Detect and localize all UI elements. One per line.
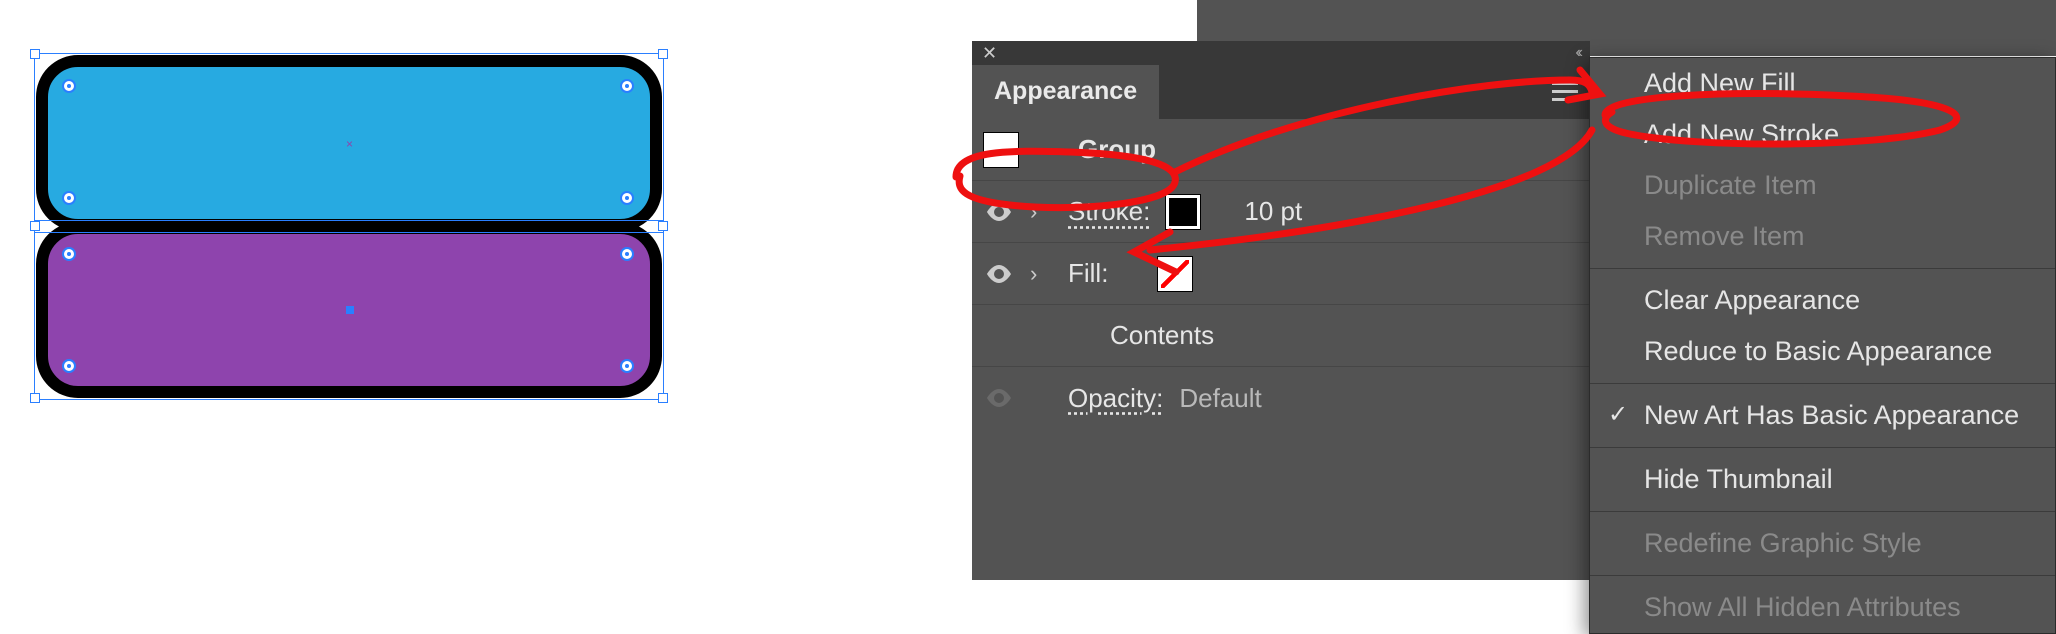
- corner-widget[interactable]: [62, 79, 76, 93]
- menu-redefine-style: Redefine Graphic Style: [1590, 518, 2055, 569]
- appearance-panel: ✕ ‹‹ Appearance Group › Stroke: 10 pt: [972, 41, 1590, 580]
- expand-icon[interactable]: ›: [1030, 261, 1052, 287]
- corner-widget[interactable]: [62, 359, 76, 373]
- checkmark-icon: ✓: [1608, 400, 1628, 429]
- contents-label: Contents: [1110, 320, 1214, 351]
- menu-separator: [1590, 511, 2055, 512]
- panel-titlebar: ✕ ‹‹: [972, 41, 1590, 65]
- stroke-label[interactable]: Stroke:: [1068, 196, 1150, 227]
- corner-widget[interactable]: [62, 191, 76, 205]
- menu-separator: [1590, 268, 2055, 269]
- menu-new-art-basic[interactable]: ✓ New Art Has Basic Appearance: [1590, 390, 2055, 441]
- stroke-swatch[interactable]: [1166, 195, 1200, 229]
- collapse-icon[interactable]: ‹‹: [1575, 44, 1580, 62]
- menu-hide-thumbnail[interactable]: Hide Thumbnail: [1590, 454, 2055, 505]
- selection-handle[interactable]: [658, 221, 668, 231]
- menu-duplicate-item: Duplicate Item: [1590, 160, 2055, 211]
- expand-icon[interactable]: ›: [1030, 199, 1052, 225]
- fill-swatch[interactable]: [1158, 257, 1192, 291]
- menu-separator: [1590, 383, 2055, 384]
- corner-widget[interactable]: [620, 79, 634, 93]
- menu-reduce-basic[interactable]: Reduce to Basic Appearance: [1590, 326, 2055, 377]
- corner-widget[interactable]: [62, 247, 76, 261]
- tab-appearance[interactable]: Appearance: [972, 65, 1159, 119]
- opacity-label[interactable]: Opacity:: [1068, 383, 1163, 414]
- center-marker-bottom: [346, 306, 354, 314]
- menu-clear-appearance[interactable]: Clear Appearance: [1590, 275, 2055, 326]
- visibility-icon[interactable]: [984, 265, 1014, 283]
- center-marker-top: ×: [346, 139, 356, 149]
- visibility-icon[interactable]: [984, 389, 1014, 407]
- fill-label: Fill:: [1068, 258, 1108, 289]
- selection-handle[interactable]: [30, 221, 40, 231]
- menu-separator: [1590, 575, 2055, 576]
- appearance-fill-row[interactable]: › Fill:: [972, 243, 1590, 305]
- menu-show-hidden-attrs: Show All Hidden Attributes: [1590, 582, 2055, 633]
- corner-widget[interactable]: [620, 191, 634, 205]
- menu-add-new-stroke[interactable]: Add New Stroke: [1590, 109, 2055, 160]
- stroke-weight-value[interactable]: 10 pt: [1244, 196, 1302, 227]
- visibility-icon[interactable]: [984, 203, 1014, 221]
- menu-item-label: New Art Has Basic Appearance: [1644, 400, 2019, 430]
- opacity-value: Default: [1179, 383, 1261, 414]
- selection-handle[interactable]: [30, 393, 40, 403]
- canvas-area[interactable]: ×: [0, 0, 970, 580]
- selection-handle[interactable]: [658, 49, 668, 59]
- group-thumbnail[interactable]: [984, 133, 1018, 167]
- corner-widget[interactable]: [620, 359, 634, 373]
- panel-menu-icon[interactable]: [1540, 65, 1590, 119]
- menu-add-new-fill[interactable]: Add New Fill: [1590, 58, 2055, 109]
- appearance-stroke-row[interactable]: › Stroke: 10 pt: [972, 181, 1590, 243]
- appearance-flyout-menu: Add New Fill Add New Stroke Duplicate It…: [1589, 57, 2056, 634]
- selected-group[interactable]: ×: [36, 55, 662, 398]
- group-label: Group: [1078, 134, 1156, 165]
- menu-separator: [1590, 447, 2055, 448]
- menu-remove-item: Remove Item: [1590, 211, 2055, 262]
- selection-handle[interactable]: [30, 49, 40, 59]
- appearance-opacity-row[interactable]: › Opacity: Default: [972, 367, 1590, 429]
- close-icon[interactable]: ✕: [982, 43, 997, 64]
- appearance-group-row[interactable]: Group: [972, 119, 1590, 181]
- appearance-contents-row[interactable]: Contents: [972, 305, 1590, 367]
- panel-tab-row: Appearance: [972, 65, 1590, 119]
- corner-widget[interactable]: [620, 247, 634, 261]
- selection-handle[interactable]: [658, 393, 668, 403]
